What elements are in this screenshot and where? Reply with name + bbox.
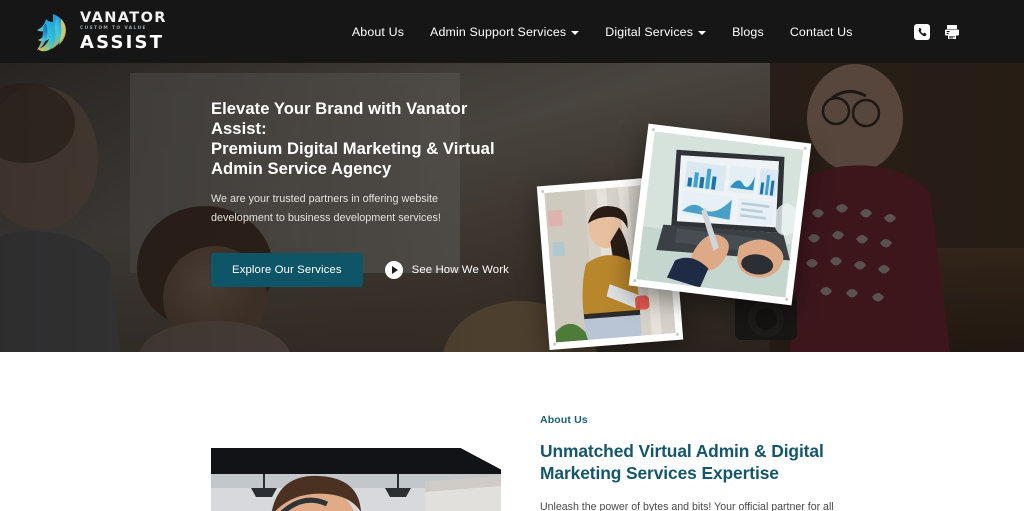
hero-photo-card-laptop-analytics [628, 123, 812, 306]
nav-item-contact-us[interactable]: Contact Us [790, 25, 853, 39]
nav-label: Admin Support Services [430, 24, 567, 39]
nav-label: Contact Us [789, 24, 853, 39]
logo-subname: ASSIST [80, 31, 165, 53]
hero-cta-group: Explore Our Services See How We Work [211, 253, 511, 287]
hero-copy: Elevate Your Brand with Vanator Assist: … [211, 99, 511, 287]
nav-item-blogs[interactable]: Blogs [732, 25, 764, 39]
nav-item-about-us[interactable]: About Us [352, 25, 404, 39]
about-eyebrow: About Us [540, 414, 588, 426]
about-copy: About Us Unmatched Virtual Admin & Digit… [540, 414, 840, 511]
hero-title-line-2: Premium Digital Marketing & Virtual [211, 139, 495, 158]
laptop-analytics-photo [636, 131, 804, 298]
main-navigation: About Us Admin Support Services Digital … [352, 25, 853, 39]
card-pin-icon [633, 278, 637, 283]
logo-tagline: CUSTOM TO VALUE [80, 25, 147, 31]
site-logo[interactable]: VANATOR CUSTOM TO VALUE ASSIST [34, 11, 167, 53]
site-header: VANATOR CUSTOM TO VALUE ASSIST About Us … [0, 0, 1024, 63]
about-title-line-1: Unmatched Virtual Admin & Digital [540, 441, 824, 461]
card-pin-icon [803, 146, 807, 151]
header-actions [914, 23, 960, 40]
hero-section: Elevate Your Brand with Vanator Assist: … [0, 63, 1024, 352]
about-section: 7+ YEARS OF EXPERIENCE About Us Unmatche… [0, 352, 1024, 511]
nav-item-admin-support-services[interactable]: Admin Support Services [430, 24, 580, 39]
see-how-we-work-link[interactable]: See How We Work [384, 261, 509, 279]
logo-text-block: VANATOR CUSTOM TO VALUE ASSIST [80, 11, 167, 52]
nav-label: About Us [351, 24, 405, 39]
headset-agent-photo [211, 448, 501, 511]
explore-our-services-button[interactable]: Explore Our Services [211, 253, 363, 287]
phoenix-logo-icon [37, 13, 66, 51]
logo-name: VANATOR [80, 10, 167, 27]
nav-label: Blogs [732, 24, 764, 39]
about-title: Unmatched Virtual Admin & Digital Market… [540, 440, 840, 484]
card-pin-icon [675, 332, 679, 337]
fax-icon[interactable] [944, 24, 960, 40]
about-image [211, 448, 501, 511]
landing-page: VANATOR CUSTOM TO VALUE ASSIST About Us … [0, 0, 1024, 511]
phone-icon[interactable] [914, 23, 930, 40]
nav-item-digital-services[interactable]: Digital Services [605, 24, 707, 39]
about-body: Unleash the power of bytes and bits! You… [540, 501, 834, 511]
card-pin-icon [784, 297, 789, 301]
see-how-we-work-label: See How We Work [411, 264, 509, 276]
chevron-down-icon [571, 30, 580, 35]
nav-label: Digital Services [605, 24, 694, 39]
play-icon [384, 261, 403, 279]
chevron-down-icon [698, 30, 707, 35]
hero-title-line-3: Admin Service Agency [211, 159, 392, 178]
hero-content: Elevate Your Brand with Vanator Assist: … [0, 63, 1024, 352]
hero-subtitle: We are your trusted partners in offering… [211, 193, 441, 224]
card-pin-icon [553, 342, 557, 346]
hero-title: Elevate Your Brand with Vanator Assist: … [211, 99, 511, 179]
hero-title-line-1: Elevate Your Brand with Vanator Assist: [211, 99, 468, 138]
about-title-line-2: Marketing Services Expertise [540, 463, 779, 483]
